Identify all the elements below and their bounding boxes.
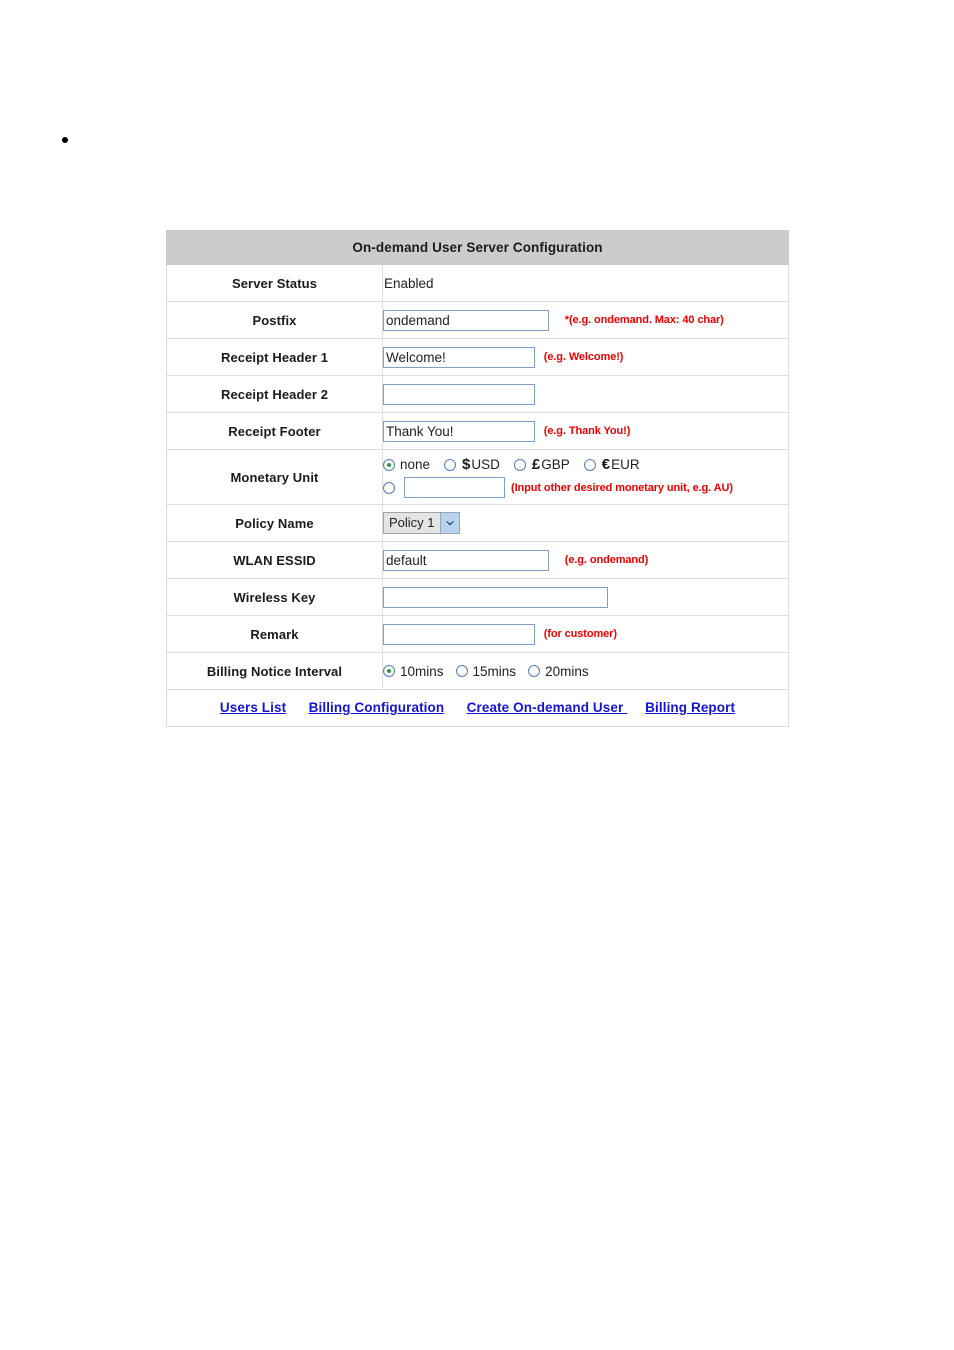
euro-sign-icon: € xyxy=(601,456,611,473)
remark-input[interactable] xyxy=(383,623,535,645)
value-remark: (for customer) xyxy=(382,615,789,653)
label-receipt-header-1: Receipt Header 1 xyxy=(166,338,383,376)
link-users-list[interactable]: Users List xyxy=(220,700,286,715)
receipt-footer-hint: (e.g. Thank You!) xyxy=(543,425,631,437)
monetary-unit-options: none $ USD £ GBP € EUR xyxy=(383,456,788,473)
label-wlan-essid: WLAN ESSID xyxy=(166,541,383,579)
radio-interval-10mins[interactable] xyxy=(383,665,395,677)
postfix-input[interactable] xyxy=(383,309,549,331)
policy-name-selected-value: Policy 1 xyxy=(389,515,435,530)
table-row-links: Users List Billing Configuration Create … xyxy=(166,689,789,727)
label-postfix: Postfix xyxy=(166,301,383,339)
receipt-header-1-input[interactable] xyxy=(383,346,535,368)
postfix-hint: *(e.g. ondemand. Max: 40 char) xyxy=(564,314,724,326)
radio-label-monetary-gbp: GBP xyxy=(541,457,570,472)
server-status-value: Enabled xyxy=(384,275,434,291)
value-server-status: Enabled xyxy=(382,264,789,302)
table-row-receipt-header-1: Receipt Header 1 (e.g. Welcome!) xyxy=(166,338,789,376)
value-postfix: *(e.g. ondemand. Max: 40 char) xyxy=(382,301,789,339)
value-monetary-unit: none $ USD £ GBP € EUR (Input other desi… xyxy=(382,449,789,505)
receipt-header-1-hint: (e.g. Welcome!) xyxy=(543,351,624,363)
value-receipt-header-1: (e.g. Welcome!) xyxy=(382,338,789,376)
radio-interval-15mins[interactable] xyxy=(455,665,468,677)
link-billing-report[interactable]: Billing Report xyxy=(645,700,735,715)
radio-monetary-usd[interactable] xyxy=(444,458,457,471)
table-title-row: On-demand User Server Configuration xyxy=(166,230,789,265)
dollar-sign-icon: $ xyxy=(462,456,471,473)
radio-label-interval-20mins: 20mins xyxy=(545,663,589,679)
radio-monetary-eur[interactable] xyxy=(583,458,596,471)
radio-label-monetary-none: none xyxy=(400,457,431,472)
table-row-policy-name: Policy Name Policy 1 xyxy=(166,504,789,542)
radio-label-monetary-eur: EUR xyxy=(611,457,640,472)
chevron-down-icon[interactable] xyxy=(439,513,459,533)
label-wireless-key: Wireless Key xyxy=(166,578,383,616)
radio-monetary-other[interactable] xyxy=(383,481,395,494)
label-policy-name: Policy Name xyxy=(166,504,383,542)
table-row-wireless-key: Wireless Key xyxy=(166,578,789,616)
value-receipt-header-2 xyxy=(382,375,789,413)
label-monetary-unit: Monetary Unit xyxy=(166,449,383,505)
bullet-marker-icon xyxy=(62,136,68,143)
table-row-postfix: Postfix *(e.g. ondemand. Max: 40 char) xyxy=(166,301,789,339)
radio-monetary-none[interactable] xyxy=(383,458,395,471)
label-receipt-header-2: Receipt Header 2 xyxy=(166,375,383,413)
table-row-wlan-essid: WLAN ESSID (e.g. ondemand) xyxy=(166,541,789,579)
table-row-receipt-header-2: Receipt Header 2 xyxy=(166,375,789,413)
billing-notice-interval-options: 10mins 15mins 20mins xyxy=(383,664,788,679)
link-billing-configuration[interactable]: Billing Configuration xyxy=(309,700,445,715)
value-billing-notice-interval: 10mins 15mins 20mins xyxy=(382,652,789,690)
wlan-essid-input[interactable] xyxy=(383,549,549,571)
table-title: On-demand User Server Configuration xyxy=(166,230,789,265)
label-server-status: Server Status xyxy=(166,264,383,302)
table-row-billing-notice-interval: Billing Notice Interval 10mins 15mins 20… xyxy=(166,652,789,690)
receipt-footer-input[interactable] xyxy=(383,420,535,442)
pound-sign-icon: £ xyxy=(531,456,541,473)
link-create-on-demand-user[interactable]: Create On-demand User xyxy=(467,700,628,715)
table-row-remark: Remark (for customer) xyxy=(166,615,789,653)
label-receipt-footer: Receipt Footer xyxy=(166,412,383,450)
table-row-receipt-footer: Receipt Footer (e.g. Thank You!) xyxy=(166,412,789,450)
value-policy-name: Policy 1 xyxy=(382,504,789,542)
monetary-unit-other-hint: (Input other desired monetary unit, e.g.… xyxy=(511,481,733,494)
table-row-server-status: Server Status Enabled xyxy=(166,264,789,302)
on-demand-user-server-configuration-table: On-demand User Server Configuration Serv… xyxy=(166,230,789,727)
monetary-unit-other-row: (Input other desired monetary unit, e.g.… xyxy=(383,477,788,498)
value-wlan-essid: (e.g. ondemand) xyxy=(382,541,789,579)
wlan-essid-hint: (e.g. ondemand) xyxy=(564,554,649,566)
radio-label-interval-10mins: 10mins xyxy=(400,663,444,679)
table-row-monetary-unit: Monetary Unit none $ USD £ GBP € EUR (In… xyxy=(166,449,789,505)
receipt-header-2-input[interactable] xyxy=(383,383,535,405)
label-remark: Remark xyxy=(166,615,383,653)
radio-interval-20mins[interactable] xyxy=(528,665,541,677)
value-wireless-key xyxy=(382,578,789,616)
monetary-unit-other-input[interactable] xyxy=(404,477,505,498)
bullet-list-item xyxy=(62,131,762,151)
label-billing-notice-interval: Billing Notice Interval xyxy=(166,652,383,690)
policy-name-select[interactable]: Policy 1 xyxy=(383,512,460,534)
footer-links: Users List Billing Configuration Create … xyxy=(166,689,789,727)
remark-hint: (for customer) xyxy=(543,628,617,640)
value-receipt-footer: (e.g. Thank You!) xyxy=(382,412,789,450)
radio-label-interval-15mins: 15mins xyxy=(472,663,517,679)
radio-monetary-gbp[interactable] xyxy=(513,458,526,471)
wireless-key-input[interactable] xyxy=(383,586,608,608)
radio-label-monetary-usd: USD xyxy=(471,457,500,472)
